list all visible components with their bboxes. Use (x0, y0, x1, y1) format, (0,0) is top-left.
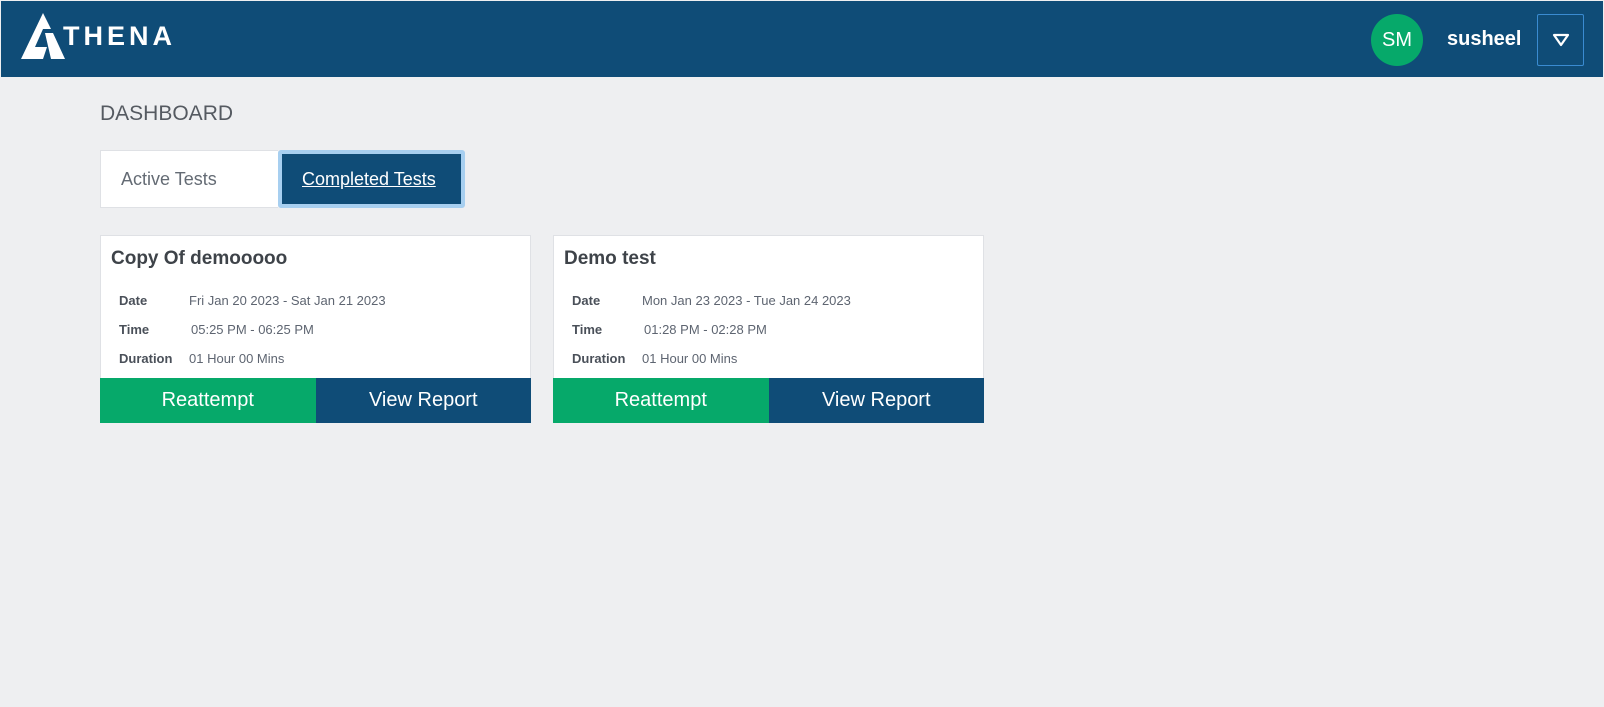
date-label: Date (572, 293, 601, 308)
tab-completed-tests[interactable]: Completed Tests (278, 150, 465, 208)
time-value: 05:25 PM - 06:25 PM (191, 322, 314, 337)
time-label: Time (572, 322, 603, 337)
avatar-initials: SM (1382, 28, 1412, 51)
athena-logo[interactable]: THENA (21, 9, 176, 61)
test-title: Demo test (564, 248, 656, 269)
test-card-list: Copy Of demooooo Date Fri Jan 20 2023 - … (100, 235, 984, 423)
tab-active-tests[interactable]: Active Tests (100, 150, 278, 208)
date-value: Mon Jan 23 2023 - Tue Jan 24 2023 (642, 293, 851, 308)
card-actions: Reattempt View Report (553, 378, 984, 423)
tab-label: Completed Tests (302, 168, 436, 189)
duration-label: Duration (119, 351, 173, 366)
card-actions: Reattempt View Report (100, 378, 531, 423)
duration-row: Duration 01 Hour 00 Mins (572, 351, 737, 366)
logo-text: THENA (63, 20, 176, 51)
reattempt-button[interactable]: Reattempt (553, 378, 769, 423)
test-card: Demo test Date Mon Jan 23 2023 - Tue Jan… (553, 235, 984, 423)
top-navbar: THENA SM susheel (1, 1, 1603, 77)
date-row: Date Fri Jan 20 2023 - Sat Jan 21 2023 (119, 293, 386, 308)
date-value: Fri Jan 20 2023 - Sat Jan 21 2023 (189, 293, 386, 308)
duration-value: 01 Hour 00 Mins (642, 351, 738, 366)
time-row: Time 01:28 PM - 02:28 PM (572, 322, 767, 337)
athena-logo-mark-icon (21, 13, 65, 59)
date-label: Date (119, 293, 148, 308)
page-title: DASHBOARD (100, 102, 234, 125)
avatar[interactable]: SM (1371, 14, 1423, 66)
reattempt-button[interactable]: Reattempt (100, 378, 316, 423)
time-value: 01:28 PM - 02:28 PM (644, 322, 767, 337)
time-row: Time 05:25 PM - 06:25 PM (119, 322, 314, 337)
triangle-down-icon (1552, 33, 1569, 47)
test-title: Copy Of demooooo (111, 248, 288, 269)
user-menu-dropdown-button[interactable] (1537, 14, 1584, 66)
duration-label: Duration (572, 351, 626, 366)
duration-value: 01 Hour 00 Mins (189, 351, 285, 366)
duration-row: Duration 01 Hour 00 Mins (119, 351, 284, 366)
test-tabs: Active Tests Completed Tests (100, 150, 465, 208)
tab-label: Active Tests (121, 168, 217, 189)
username: susheel (1447, 28, 1522, 50)
view-report-button[interactable]: View Report (315, 378, 531, 423)
time-label: Time (119, 322, 150, 337)
test-card: Copy Of demooooo Date Fri Jan 20 2023 - … (100, 235, 531, 423)
view-report-button[interactable]: View Report (768, 378, 984, 423)
date-row: Date Mon Jan 23 2023 - Tue Jan 24 2023 (572, 293, 851, 308)
